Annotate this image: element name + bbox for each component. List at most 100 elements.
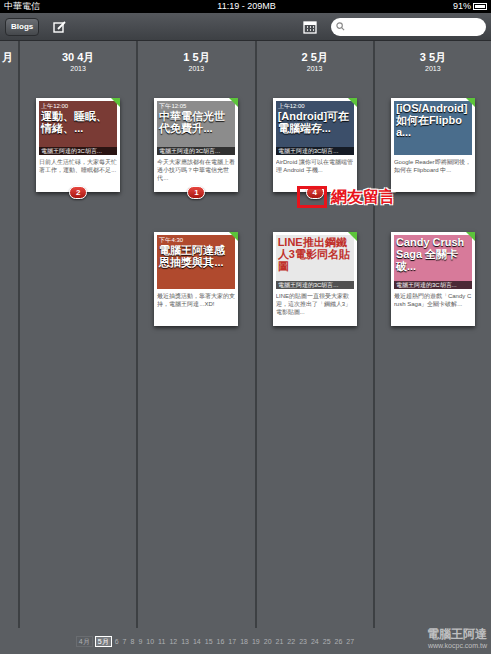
column-year: 2013	[425, 64, 441, 73]
day-tab[interactable]: 27	[345, 637, 355, 646]
day-tab[interactable]: 23	[298, 637, 308, 646]
post-snippet: 今天大家應該都有在電腦上看過小技巧嗎？中華電信光世代...	[157, 155, 235, 189]
day-tab[interactable]: 14	[192, 637, 202, 646]
post-title: LINE推出鋼鐵人3電影同名貼圖	[278, 236, 352, 272]
clock: 11:19 - 209MB	[217, 1, 275, 12]
day-tab[interactable]: 21	[275, 637, 285, 646]
published-marker	[466, 98, 475, 107]
post-time: 上午12:00	[41, 102, 115, 110]
post-card[interactable]: [iOS/Android]如何在Flipboa...Google Reader即…	[391, 98, 475, 192]
column-header: 3 5月2013	[420, 51, 446, 73]
post-footer: 電腦王阿達的3C胡言...	[394, 281, 472, 289]
post-title: 中華電信光世代免費升...	[159, 110, 233, 134]
search-icon	[336, 22, 345, 31]
carrier: 中華電信	[4, 1, 40, 12]
day-tab[interactable]: 7	[122, 637, 128, 646]
month-tab[interactable]: 4月	[76, 636, 93, 647]
post-card[interactable]: 上午12:00運動、睡眠、情緒、...電腦王阿達的3C胡言...日前人生活忙碌，…	[36, 98, 120, 192]
card-list: 上午12:00運動、睡眠、情緒、...電腦王阿達的3C胡言...日前人生活忙碌，…	[36, 98, 120, 192]
day-tab[interactable]: 20	[263, 637, 273, 646]
post-thumbnail: 下午4:30電腦王阿達感恩抽獎與其...	[157, 235, 235, 289]
column-date: 3 5月	[420, 51, 446, 64]
day-tab[interactable]: 19	[251, 637, 261, 646]
column-year: 2013	[307, 64, 323, 73]
status-bar: 中華電信 11:19 - 209MB 91%	[0, 0, 491, 13]
day-tab[interactable]: 8	[129, 637, 135, 646]
card-list: 下午12:05中華電信光世代免費升...電腦王阿達的3C胡言...今天大家應該都…	[154, 98, 238, 326]
post-footer: 電腦王阿達的3C胡言...	[276, 281, 354, 289]
month-tab[interactable]: 5月	[95, 636, 112, 647]
day-tab[interactable]: 18	[239, 637, 249, 646]
day-tab[interactable]: 17	[227, 637, 237, 646]
calendar-area: 月30 4月2013上午12:00運動、睡眠、情緒、...電腦王阿達的3C胡言.…	[0, 41, 491, 628]
post-time: 下午4:30	[159, 236, 233, 244]
day-tab[interactable]: 6	[114, 637, 120, 646]
post-card[interactable]: LINE推出鋼鐵人3電影同名貼圖電腦王阿達的3C胡言...LINE的貼圖一直很受…	[273, 232, 357, 326]
published-marker	[111, 98, 120, 107]
card-list: [iOS/Android]如何在Flipboa...Google Reader即…	[391, 98, 475, 326]
post-card[interactable]: 下午4:30電腦王阿達感恩抽獎與其...最近抽獎活動，靠著大家的支持，電腦王阿達…	[154, 232, 238, 326]
day-tab[interactable]: 9	[137, 637, 143, 646]
day-column: 2 5月2013 上午12:00[Android]可在電腦端存...電腦王阿達的3…	[255, 41, 373, 628]
post-card[interactable]: 下午12:05中華電信光世代免費升...電腦王阿達的3C胡言...今天大家應該都…	[154, 98, 238, 192]
post-thumbnail: 上午12:00[Android]可在電腦端存...電腦王阿達的3C胡言...	[276, 101, 354, 155]
post-thumbnail: 下午12:05中華電信光世代免費升...電腦王阿達的3C胡言...	[157, 101, 235, 155]
day-tab[interactable]: 11	[157, 637, 166, 646]
day-column: 1 5月2013下午12:05中華電信光世代免費升...電腦王阿達的3C胡言..…	[136, 41, 254, 628]
comment-badge[interactable]: 1	[187, 186, 205, 199]
post-title: [iOS/Android]如何在Flipboa...	[396, 102, 470, 138]
post-thumbnail: [iOS/Android]如何在Flipboa...	[394, 101, 472, 155]
day-tab[interactable]: 12	[168, 637, 178, 646]
post-thumbnail: Candy Crush Saga 全關卡破...電腦王阿達的3C胡言...	[394, 235, 472, 289]
column-date: 30 4月	[62, 51, 94, 64]
card-list: 上午12:00[Android]可在電腦端存...電腦王阿達的3C胡言...Ai…	[273, 98, 357, 326]
post-snippet: 最近抽獎活動，靠著大家的支持，電腦王阿達...XD!	[157, 289, 235, 323]
published-marker	[229, 98, 238, 107]
column-month: 月	[2, 51, 13, 628]
post-footer: 電腦王阿達的3C胡言...	[276, 147, 354, 155]
day-tab[interactable]: 10	[145, 637, 155, 646]
day-tab[interactable]: 26	[334, 637, 344, 646]
post-card[interactable]: 上午12:00[Android]可在電腦端存...電腦王阿達的3C胡言...Ai…	[273, 98, 357, 192]
day-tab[interactable]: 15	[204, 637, 214, 646]
column-header: 2 5月2013	[301, 51, 327, 73]
post-snippet: 日前人生活忙碌，大家每天忙著工作，運動、睡眠都不足...	[39, 155, 117, 189]
day-column: 30 4月2013 上午12:00運動、睡眠、情緒、...電腦王阿達的3C胡言..…	[18, 41, 136, 628]
post-time: 上午12:00	[278, 102, 352, 110]
column-header: 30 4月2013	[62, 51, 94, 73]
column-year: 2013	[70, 64, 86, 73]
column-date: 1 5月	[183, 51, 209, 64]
day-tab[interactable]: 24	[310, 637, 320, 646]
column-header: 1 5月2013	[183, 51, 209, 73]
post-snippet: AirDroid 讓你可以在電腦端管理 Android 手機...	[276, 155, 354, 189]
published-marker	[229, 232, 238, 241]
column-year: 2013	[189, 64, 205, 73]
day-tab[interactable]: 16	[216, 637, 226, 646]
post-card[interactable]: Candy Crush Saga 全關卡破...電腦王阿達的3C胡言...最近超…	[391, 232, 475, 326]
battery-icon	[473, 3, 487, 10]
search-field[interactable]	[331, 18, 486, 36]
published-marker	[348, 98, 357, 107]
day-tab[interactable]: 22	[286, 637, 296, 646]
published-marker	[348, 232, 357, 241]
comment-badge[interactable]: 2	[69, 186, 87, 199]
post-title: 運動、睡眠、情緒、...	[41, 110, 115, 134]
blogs-button[interactable]: Blogs	[5, 18, 39, 36]
post-snippet: LINE的貼圖一直很受大家歡迎，這次推出了「鋼鐵人3」電影貼圖...	[276, 289, 354, 323]
app: 中華電信11:19 - 209MB91%Blogs月30 4月2013上午12:…	[0, 0, 491, 654]
battery: 91%	[453, 1, 487, 12]
post-snippet: 最近超熱門的遊戲「Candy Crush Saga」全關卡破解...	[394, 289, 472, 323]
annotation-label: 網友留言	[331, 187, 395, 207]
day-tab[interactable]: 13	[180, 637, 190, 646]
compose-icon[interactable]	[53, 20, 67, 34]
day-tab[interactable]: 25	[322, 637, 332, 646]
column-date: 2 5月	[301, 51, 327, 64]
day-column: 月	[0, 41, 18, 628]
post-footer: 電腦王阿達的3C胡言...	[157, 147, 235, 155]
annotation: 網友留言	[297, 186, 395, 208]
day-column: 3 5月2013 [iOS/Android]如何在Flipboa...Google…	[373, 41, 491, 628]
post-title: 電腦王阿達感恩抽獎與其...	[159, 244, 233, 268]
post-thumbnail: LINE推出鋼鐵人3電影同名貼圖電腦王阿達的3C胡言...	[276, 235, 354, 289]
watermark: 電腦王阿達www.kocpc.com.tw	[427, 627, 487, 650]
calendar-icon[interactable]	[303, 20, 317, 34]
